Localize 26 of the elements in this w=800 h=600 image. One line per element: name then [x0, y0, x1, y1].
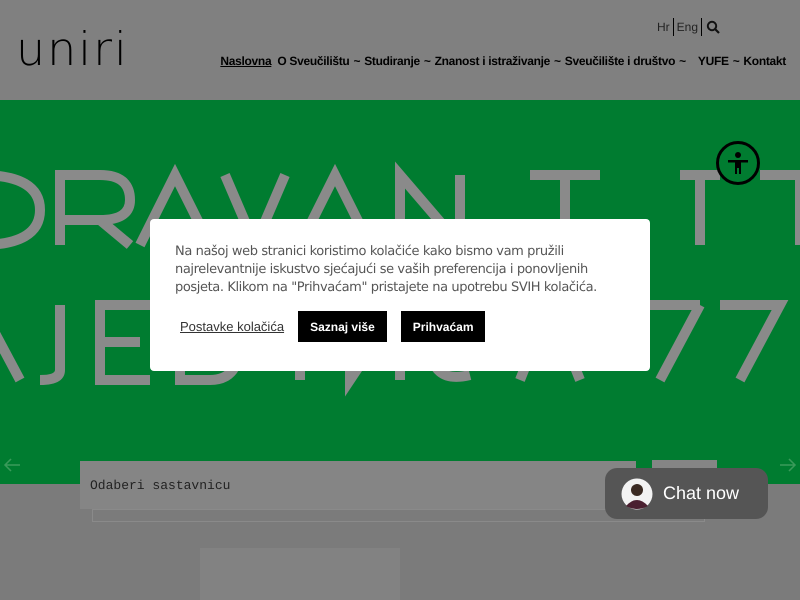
arrow-left-icon[interactable] [3, 457, 21, 473]
cookie-settings-link[interactable]: Postavke kolačića [180, 316, 284, 336]
nav-link[interactable]: O Sveučilištu [277, 52, 350, 70]
dropdown-mark: ~ [554, 53, 561, 70]
dropdown-mark: ~ [424, 53, 431, 70]
nav-link[interactable]: Znanost i istraživanje [434, 52, 550, 70]
language-link[interactable]: Hr [654, 18, 674, 36]
dropdown-mark: ~ [679, 53, 686, 70]
cookie-button[interactable]: Saznaj više [298, 311, 387, 342]
avatar [621, 478, 653, 510]
select-field[interactable]: Odaberi sastavnicu [80, 461, 636, 509]
logo[interactable]: uniri [16, 26, 129, 72]
accessibility-icon[interactable] [716, 141, 760, 185]
dropdown-mark: ~ [732, 53, 740, 70]
nav-link[interactable]: Sveučilište i društvo [564, 52, 676, 70]
language-link[interactable]: Eng [674, 18, 702, 36]
cookie-button[interactable]: Prihvaćam [400, 311, 486, 342]
cookie-message: Na našoj web stranici koristimo kolačiće kako bismo vam pružili najrelevantnije iskustvo sjećajući se vaših preferencija i ponovljenih posjeta. Klikom na "Prihvaćam" pristajete na upotrebu SVIH kolačića. [175, 243, 598, 297]
arrow-right-icon[interactable] [779, 457, 797, 473]
nav-link[interactable]: Kontakt [743, 52, 786, 70]
dropdown-mark: ~ [353, 53, 360, 70]
nav-link[interactable]: YUFE [698, 52, 729, 70]
chat-button[interactable]: Chat now [605, 468, 768, 519]
nav-link[interactable]: Naslovna [220, 52, 272, 70]
nav-link[interactable]: Studiranje [364, 52, 420, 70]
search-icon[interactable] [706, 20, 720, 34]
